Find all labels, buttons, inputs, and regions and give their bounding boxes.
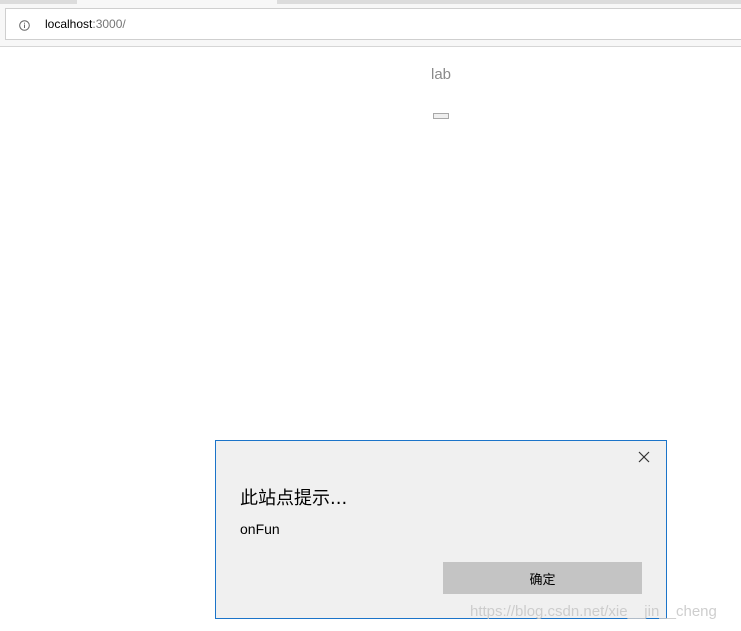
info-icon[interactable] (19, 20, 30, 31)
address-bar[interactable]: localhost:3000/ (5, 8, 741, 40)
ok-button[interactable]: 确定 (443, 562, 642, 594)
url-path: :3000/ (92, 17, 126, 31)
browser-toolbar: localhost:3000/ (0, 4, 741, 47)
alert-dialog: 此站点提示... onFun 确定 (215, 440, 667, 619)
dialog-title: 此站点提示... (240, 488, 348, 509)
url-host: localhost (45, 17, 93, 31)
lab-label: lab (431, 66, 452, 83)
watermark: https://blog.csdn.net/xie__jin__cheng (470, 603, 717, 620)
close-icon[interactable] (636, 449, 652, 465)
dialog-message: onFun (240, 521, 280, 537)
url-text[interactable]: localhost:3000/ (45, 17, 126, 31)
trigger-button[interactable] (433, 113, 449, 119)
